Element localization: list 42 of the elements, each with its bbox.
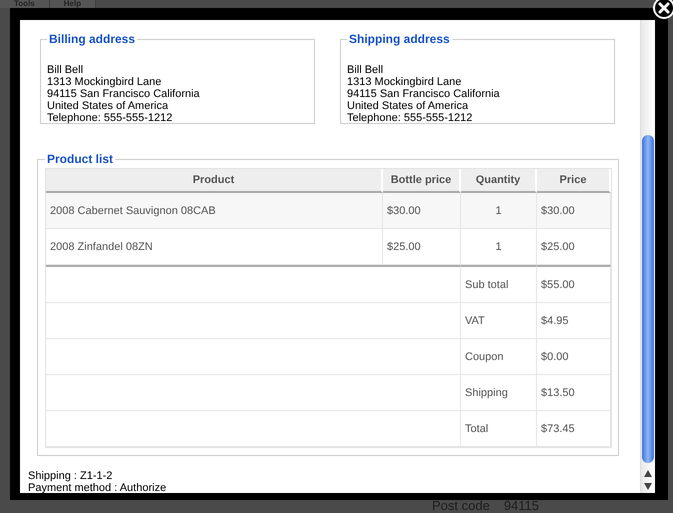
product-list-title: Product list	[46, 152, 114, 166]
summary-value: $4.95	[537, 303, 611, 339]
summary-value: $0.00	[537, 339, 611, 375]
table-cell: 2008 Zinfandel 08ZN	[46, 229, 383, 265]
summary-label: Coupon	[461, 339, 537, 375]
table-cell: $25.00	[383, 229, 461, 265]
order-detail-line: Shipping : Z1-1-2	[28, 470, 114, 482]
scrollbar[interactable]	[640, 20, 655, 493]
address-title: Billing address	[48, 32, 136, 46]
address-line: United States of America	[47, 100, 170, 112]
address-line: Bill Bell	[47, 64, 84, 76]
column-header: Bottle price	[383, 169, 461, 193]
address-line: 94115 San Francisco California	[347, 88, 501, 100]
table-cell: 1	[461, 193, 537, 229]
summary-label: Shipping	[461, 375, 537, 411]
close-icon[interactable]	[653, 0, 673, 19]
column-header: Quantity	[461, 169, 537, 193]
table-cell: $25.00	[537, 229, 611, 265]
table-cell: 2008 Cabernet Sauvignon 08CAB	[46, 193, 383, 229]
summary-label: Sub total	[461, 265, 537, 303]
address-line: 94115 San Francisco California	[47, 88, 201, 100]
column-header: Price	[537, 169, 611, 193]
address-line: 1313 Mockingbird Lane	[347, 76, 462, 88]
address-line: 1313 Mockingbird Lane	[47, 76, 162, 88]
table-cell: $30.00	[383, 193, 461, 229]
scroll-down-icon[interactable]	[644, 483, 652, 490]
table-cell: $30.00	[537, 193, 611, 229]
summary-value: $13.50	[537, 375, 611, 411]
summary-value: $55.00	[537, 265, 611, 303]
column-header: Product	[46, 169, 383, 193]
address-line: Bill Bell	[347, 64, 384, 76]
address-line: Telephone: 555-555-1212	[47, 112, 174, 124]
summary-label: Total	[461, 411, 537, 447]
summary-value: $73.45	[537, 411, 611, 447]
table-cell: 1	[461, 229, 537, 265]
scroll-thumb[interactable]	[642, 135, 654, 463]
address-line: United States of America	[347, 100, 470, 112]
address-title: Shipping address	[348, 32, 451, 46]
order-detail-line: Payment method : Authorize	[28, 482, 168, 493]
address-line: Telephone: 555-555-1212	[347, 112, 474, 124]
scroll-up-icon[interactable]	[644, 470, 652, 477]
summary-label: VAT	[461, 303, 537, 339]
